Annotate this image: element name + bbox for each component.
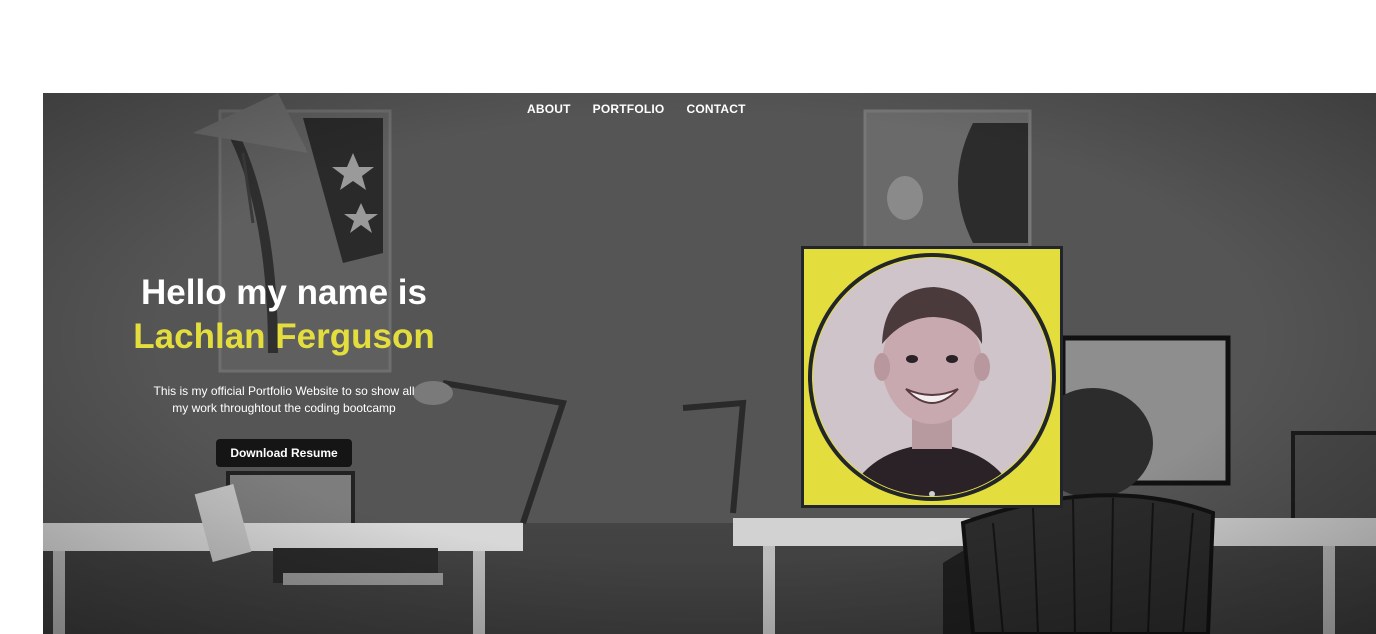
intro-description: This is my official Portfolio Website to…: [153, 384, 415, 415]
greeting-heading: Hello my name is: [141, 273, 427, 312]
profile-photo-frame: [801, 246, 1063, 508]
profile-photo: [808, 253, 1056, 501]
nav-link-about[interactable]: ABOUT: [527, 102, 571, 116]
hero-section: ABOUT PORTFOLIO CONTACT Hello my name is…: [43, 93, 1376, 634]
nav-link-portfolio[interactable]: PORTFOLIO: [593, 102, 665, 116]
name-heading: Lachlan Ferguson: [133, 317, 435, 356]
intro-block: Hello my name is Lachlan Ferguson This i…: [113, 271, 455, 467]
nav-link-contact[interactable]: CONTACT: [686, 102, 745, 116]
download-resume-button[interactable]: Download Resume: [216, 439, 352, 467]
main-nav: ABOUT PORTFOLIO CONTACT: [527, 102, 746, 116]
